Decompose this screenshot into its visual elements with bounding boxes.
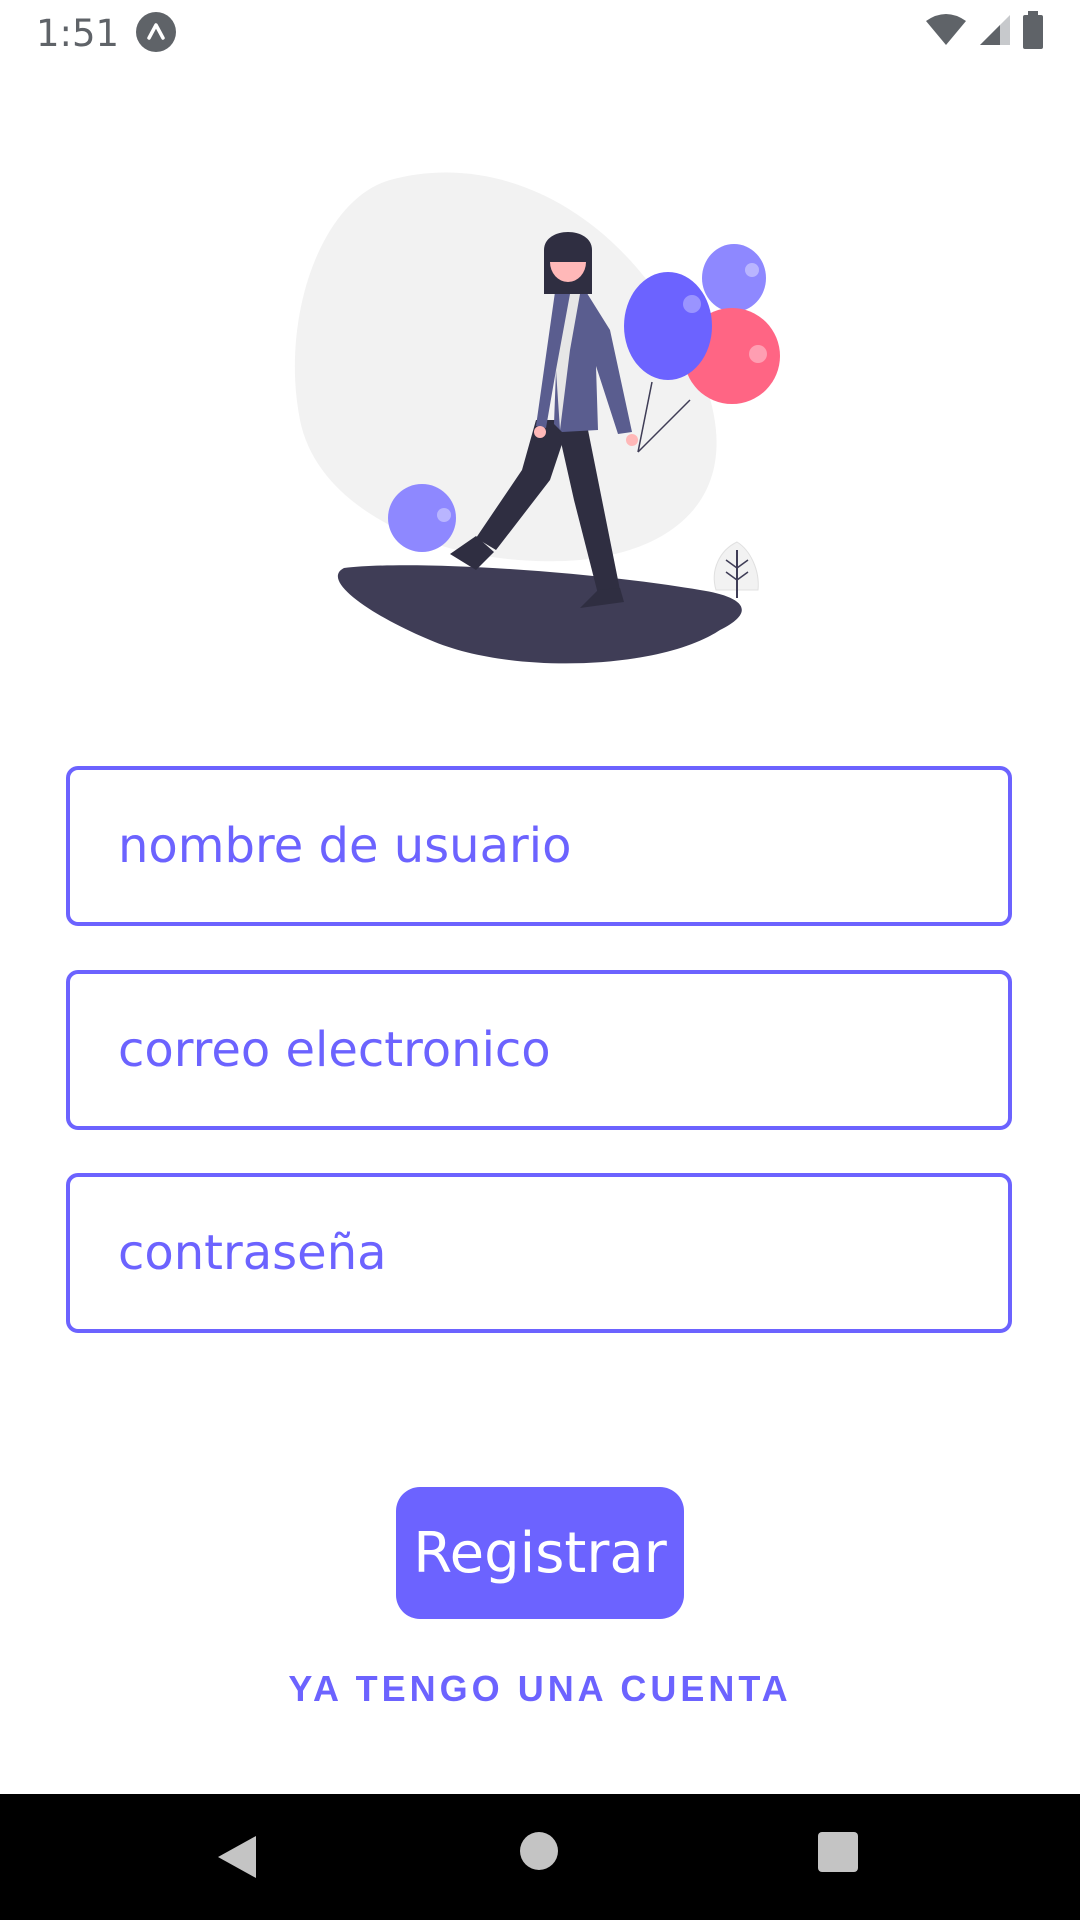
home-icon[interactable] [520, 1832, 558, 1870]
woman-with-balloons-illustration [280, 170, 800, 670]
wifi-icon [924, 13, 968, 52]
recents-icon[interactable] [818, 1832, 858, 1872]
password-field[interactable] [66, 1173, 1012, 1333]
status-icons [924, 10, 1044, 54]
password-input[interactable] [118, 1177, 968, 1329]
cell-signal-icon [978, 13, 1012, 52]
username-input[interactable] [118, 770, 968, 922]
back-icon[interactable] [216, 1834, 258, 1885]
email-input[interactable] [118, 974, 968, 1126]
username-field[interactable] [66, 766, 1012, 926]
email-field[interactable] [66, 970, 1012, 1130]
battery-icon [1022, 10, 1044, 54]
already-have-account-link[interactable]: YA TENGO UNA CUENTA [0, 1668, 1080, 1710]
status-time: 1:51 [36, 12, 120, 55]
register-screen: 1:51 nombre de usuario correo electronic… [0, 0, 1080, 1920]
status-bar: 1:51 [0, 0, 1080, 66]
app-notification-icon [136, 12, 176, 52]
register-button[interactable]: Registrar [396, 1487, 684, 1619]
navigation-bar [0, 1794, 1080, 1920]
